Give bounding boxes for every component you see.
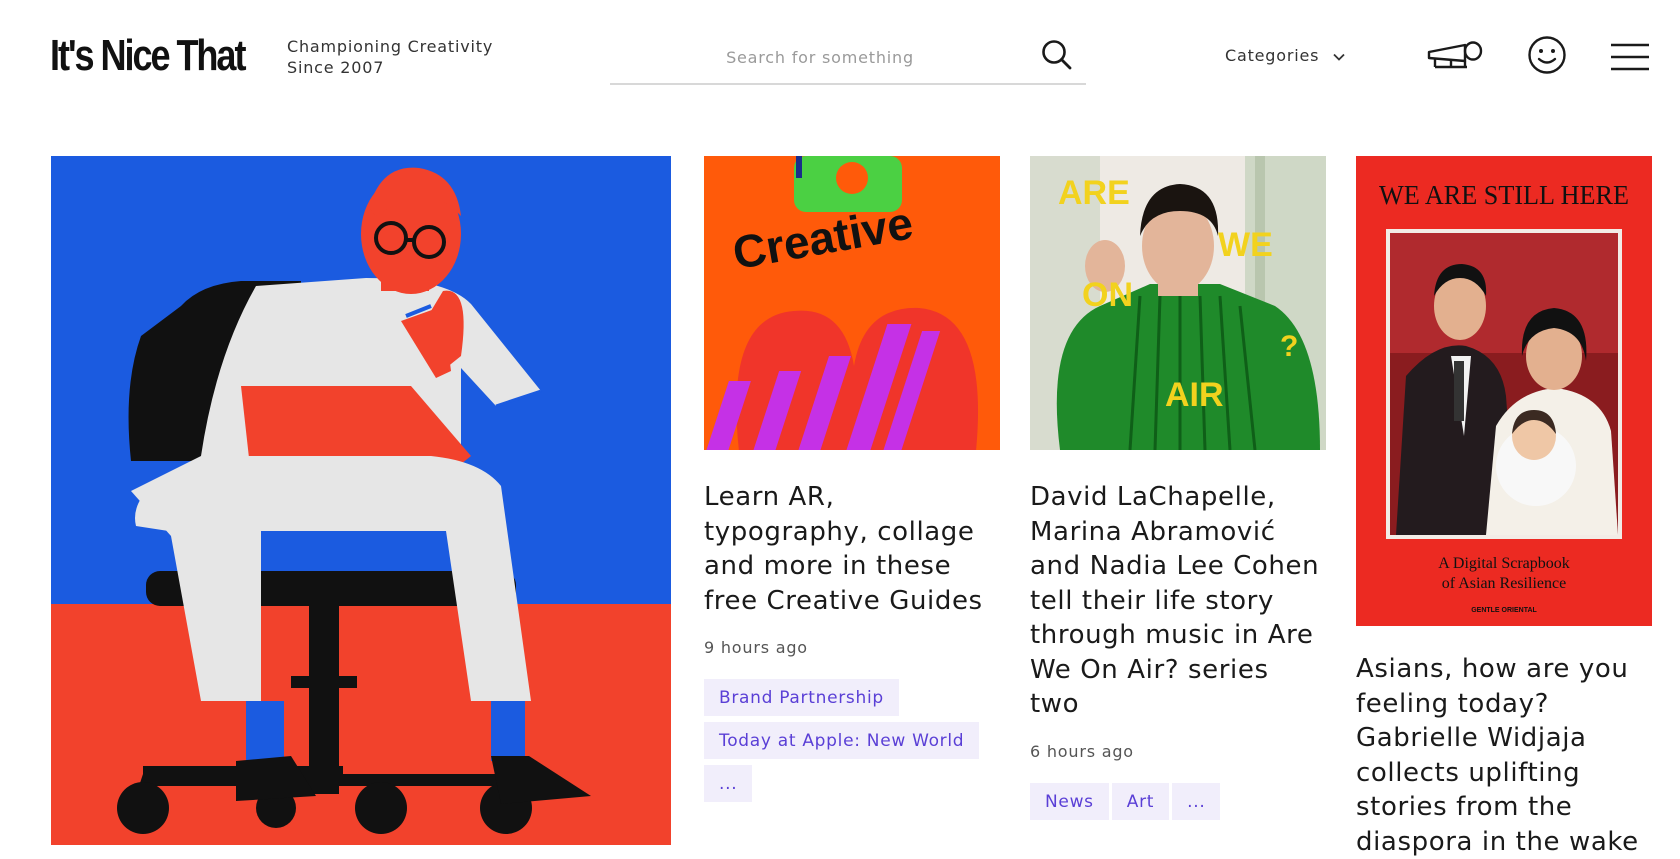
article-tags: Brand Partnership Today at Apple: New Wo… [704,679,1000,802]
site-header: It's Nice That Championing Creativity Si… [0,0,1680,120]
featured-article-image[interactable] [51,156,671,845]
search-input[interactable] [610,40,1030,74]
book-title-text: WE ARE STILL HERE [1379,180,1629,210]
article-thumbnail[interactable]: WE ARE STILL HERE A Digital Scrapbook of… [1356,156,1652,626]
article-timestamp: 6 hours ago [1030,741,1134,761]
article-card: WE ARE STILL HERE A Digital Scrapbook of… [1356,156,1652,859]
hamburger-menu-icon[interactable] [1610,42,1650,72]
categories-label: Categories [1225,46,1320,65]
thumbnail-word-we: WE [1218,226,1273,264]
thumbnail-word-air: AIR [1165,376,1224,414]
article-card: ARE WE ON ? AIR David LaChapelle, Marina… [1030,156,1326,820]
thumbnail-word-on: ON [1082,276,1133,314]
thumbnail-word-question: ? [1280,330,1298,363]
tagline-line-1: Championing Creativity [287,37,494,56]
article-title[interactable]: Learn AR, typography, collage and more i… [704,480,1000,618]
article-tags: News Art ... [1030,782,1326,820]
chevron-down-icon [1333,46,1345,65]
site-tagline: Championing Creativity Since 2007 [287,36,493,78]
book-subtitle-line-2: of Asian Resilience [1442,575,1566,592]
article-title[interactable]: Asians, how are you feeling today? Gabri… [1356,652,1652,859]
book-subtitle-line-1: A Digital Scrapbook [1438,555,1570,572]
smiley-icon[interactable] [1527,35,1567,75]
tag-more[interactable]: ... [1172,782,1221,820]
tag-today-at-apple[interactable]: Today at Apple: New World [704,722,980,759]
thumbnail-word-are: ARE [1058,174,1130,212]
article-timestamp: 9 hours ago [704,638,808,657]
article-title[interactable]: David LaChapelle, Marina Abramović and N… [1030,480,1326,722]
tag-news[interactable]: News [1030,782,1109,820]
categories-dropdown[interactable]: Categories [1225,46,1345,65]
megaphone-icon[interactable] [1425,36,1485,70]
search-icon[interactable] [1040,38,1074,72]
search-bar [610,34,1086,85]
tag-brand-partnership[interactable]: Brand Partnership [704,679,899,716]
tag-more[interactable]: ... [704,765,753,802]
tag-art[interactable]: Art [1111,782,1170,820]
article-thumbnail[interactable]: Creative [704,156,1000,450]
site-logo[interactable]: It's Nice That [50,30,246,82]
book-publisher: GENTLE ORIENTAL [1471,607,1537,614]
article-card: Creative Learn AR, typography, collage a… [704,156,1000,802]
tagline-line-2: Since 2007 [287,58,385,77]
article-thumbnail[interactable]: ARE WE ON ? AIR [1030,156,1326,450]
